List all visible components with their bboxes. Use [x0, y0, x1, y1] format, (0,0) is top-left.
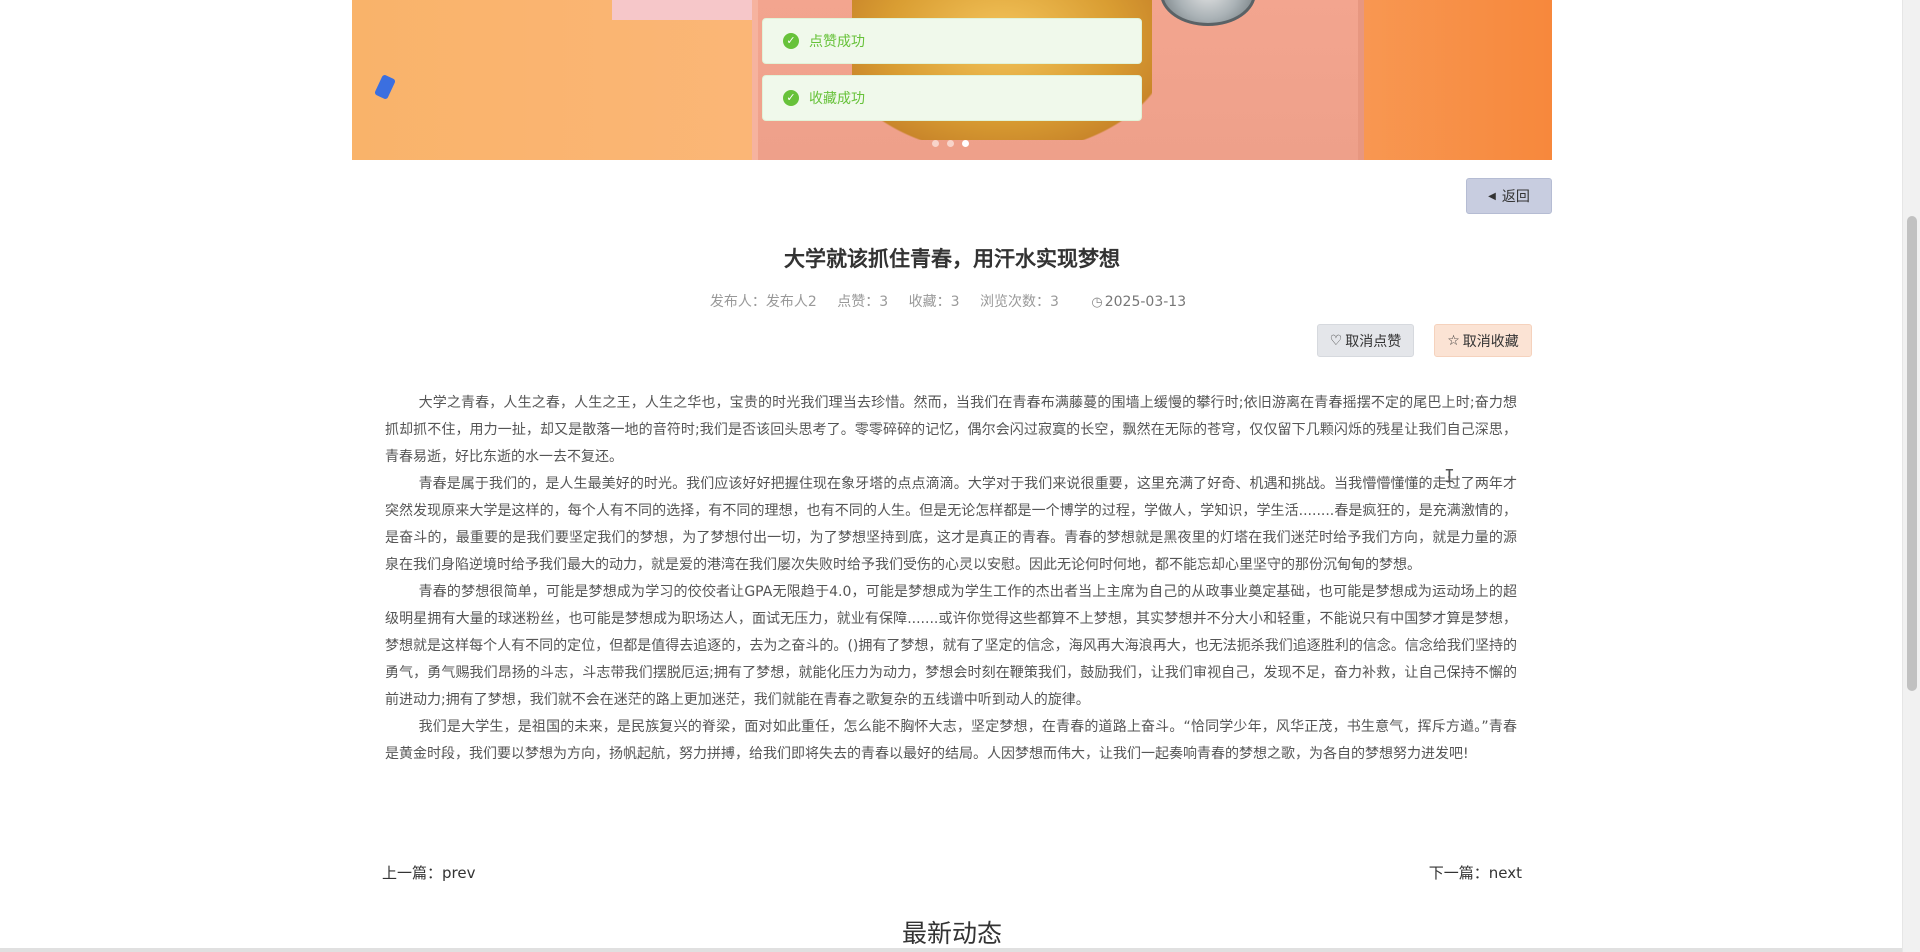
- collects-count: 3: [950, 294, 960, 310]
- article-content: 大学之青春，人生之春，人生之王，人生之华也，宝贵的时光我们理当去珍惜。然而，当我…: [385, 390, 1517, 768]
- views-meta: 浏览次数：3: [980, 294, 1059, 310]
- prev-label: 上一篇：: [382, 864, 443, 882]
- carousel-indicators: [932, 140, 969, 147]
- prev-article-link[interactable]: 上一篇：prev: [382, 862, 475, 883]
- bottom-divider: [0, 948, 1903, 952]
- publisher-label: 发布人：: [709, 294, 766, 310]
- likes-label: 点赞：: [837, 294, 880, 310]
- collects-label: 收藏：: [908, 294, 951, 310]
- toast-message: 收藏成功: [809, 91, 865, 107]
- publisher-value: 发布人2: [765, 294, 817, 310]
- article-paragraph: 我们是大学生，是祖国的未来，是民族复兴的脊梁，面对如此重任，怎么能不胸怀大志，坚…: [385, 719, 1517, 762]
- heart-icon: ♡: [1329, 332, 1343, 349]
- carousel-dot[interactable]: [932, 140, 939, 147]
- next-label: 下一篇：: [1428, 864, 1489, 882]
- scrollbar-thumb[interactable]: [1907, 216, 1917, 691]
- clock-icon: ◷: [1091, 295, 1103, 310]
- next-article-link[interactable]: 下一篇：next: [1429, 862, 1522, 883]
- collects-meta: 收藏：3: [909, 294, 960, 310]
- unlike-label: 取消点赞: [1345, 333, 1402, 350]
- article-meta: 发布人：发布人2 点赞：3 收藏：3 浏览次数：3 ◷ 2025-03-13: [352, 291, 1552, 311]
- uncollect-button[interactable]: ☆ 取消收藏: [1434, 324, 1532, 357]
- article-paragraph: 青春是属于我们的，是人生最美好的时光。我们应该好好把握住现在象牙塔的点点滴滴。大…: [385, 476, 1517, 573]
- carousel-dot[interactable]: [947, 140, 954, 147]
- article-paragraph: 大学之青春，人生之春，人生之王，人生之华也，宝贵的时光我们理当去珍惜。然而，当我…: [385, 395, 1517, 465]
- publish-date: 2025-03-13: [1104, 294, 1187, 310]
- back-button[interactable]: ◀ 返回: [1466, 178, 1552, 214]
- date-meta: ◷ 2025-03-13: [1083, 294, 1194, 310]
- banner-side-icon: [374, 74, 396, 100]
- back-button-label: 返回: [1501, 189, 1530, 205]
- carousel-dot-active[interactable]: [962, 140, 969, 147]
- prev-title[interactable]: prev: [442, 864, 475, 882]
- likes-meta: 点赞：3: [837, 294, 888, 310]
- banner-decoration: [612, 0, 752, 20]
- article-paragraph: 青春的梦想很简单，可能是梦想成为学习的佼佼者让GPA无限趋于4.0，可能是梦想成…: [385, 584, 1517, 708]
- publisher-meta: 发布人：发布人2: [710, 294, 817, 310]
- text-cursor-icon: I: [1444, 466, 1455, 487]
- likes-count: 3: [879, 294, 889, 310]
- unlike-button[interactable]: ♡ 取消点赞: [1317, 324, 1414, 357]
- article-title: 大学就该抓住青春，用汗水实现梦想: [784, 247, 1120, 271]
- toast-collect-success: ✓ 收藏成功: [762, 75, 1142, 121]
- views-count: 3: [1050, 294, 1059, 310]
- latest-news-heading: 最新动态: [901, 919, 1002, 948]
- page-scrollbar[interactable]: [1902, 0, 1920, 952]
- star-icon: ☆: [1447, 332, 1460, 349]
- check-circle-icon: ✓: [783, 90, 799, 106]
- toast-message: 点赞成功: [809, 34, 865, 50]
- check-circle-icon: ✓: [783, 33, 799, 49]
- next-title[interactable]: next: [1489, 864, 1522, 882]
- views-label: 浏览次数：: [980, 294, 1051, 310]
- toast-like-success: ✓ 点赞成功: [762, 18, 1142, 64]
- uncollect-label: 取消收藏: [1462, 333, 1519, 350]
- caret-left-icon: ◀: [1488, 190, 1496, 202]
